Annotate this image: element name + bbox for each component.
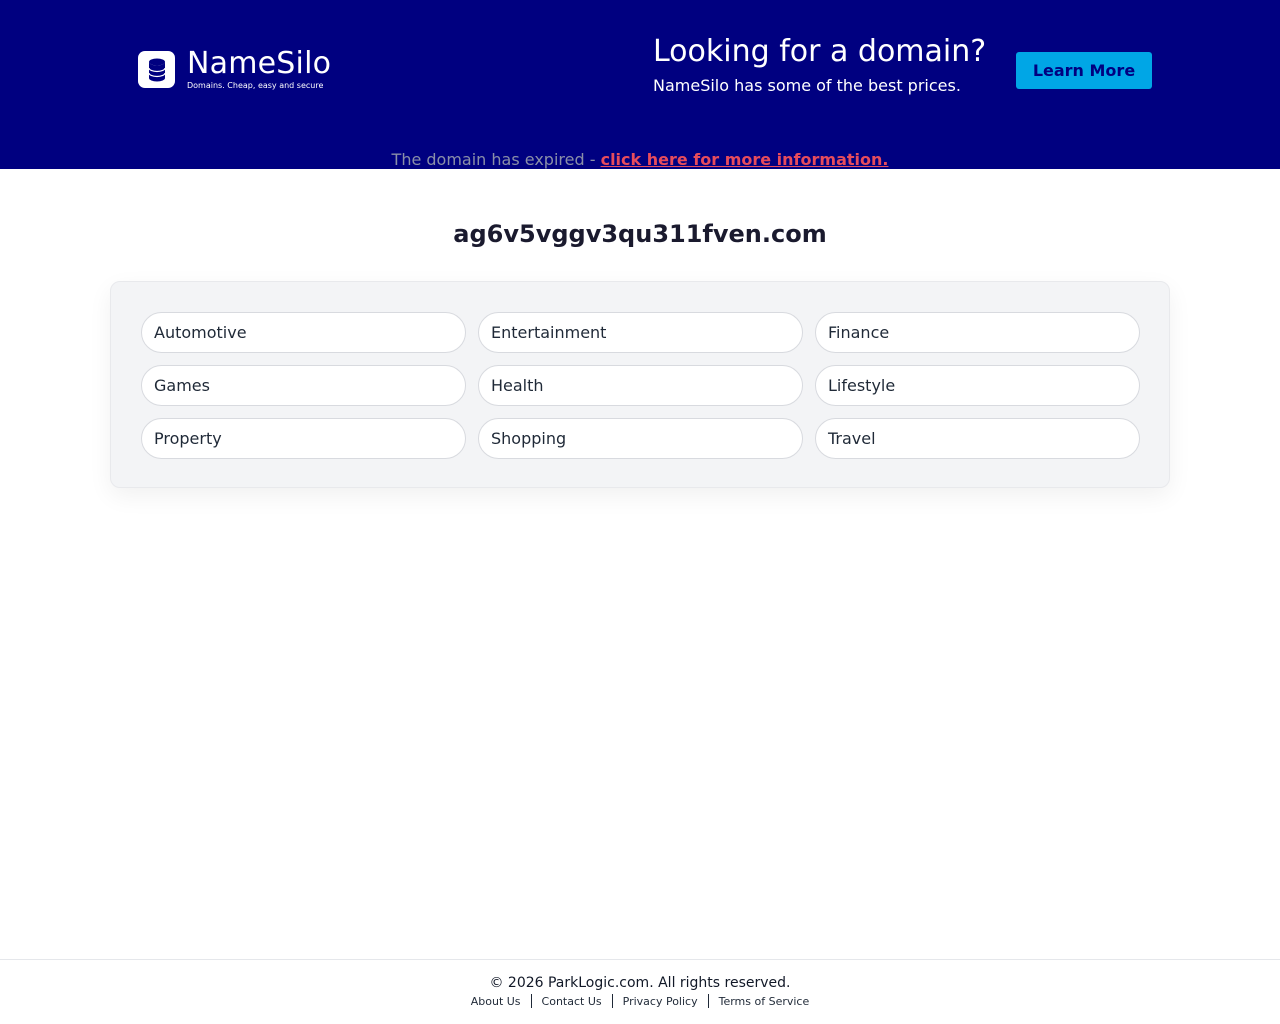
promo-subtitle: NameSilo has some of the best prices. [653, 76, 961, 95]
header-banner: NameSilo Domains. Cheap, easy and secure… [0, 0, 1280, 169]
category-entertainment[interactable]: Entertainment [478, 312, 803, 353]
footer-link-terms[interactable]: Terms of Service [719, 995, 810, 1008]
logo-name: NameSilo [187, 46, 332, 81]
category-games[interactable]: Games [141, 365, 466, 406]
learn-more-button[interactable]: Learn More [1016, 52, 1152, 89]
expired-notice-text: The domain has expired - [391, 150, 601, 169]
footer-link-about[interactable]: About Us [471, 995, 521, 1008]
category-property[interactable]: Property [141, 418, 466, 459]
footer-separator [611, 994, 613, 1008]
namesilo-logo[interactable]: NameSilo Domains. Cheap, easy and secure [138, 48, 331, 91]
categories-panel: Automotive Entertainment Finance Games H… [110, 281, 1170, 488]
footer-link-privacy[interactable]: Privacy Policy [623, 995, 698, 1008]
footer: © 2026 ParkLogic.com. All rights reserve… [0, 959, 1280, 1024]
category-travel[interactable]: Travel [815, 418, 1140, 459]
footer-links: About Us Contact Us Privacy Policy Terms… [0, 994, 1280, 1008]
database-icon [138, 51, 175, 88]
promo-block: Looking for a domain? NameSilo has some … [653, 34, 986, 96]
logo-text: NameSilo Domains. Cheap, easy and secure [187, 48, 331, 91]
category-lifestyle[interactable]: Lifestyle [815, 365, 1140, 406]
promo-title: Looking for a domain? [653, 34, 987, 69]
footer-separator [707, 994, 709, 1008]
category-finance[interactable]: Finance [815, 312, 1140, 353]
more-info-link[interactable]: click here for more information. [601, 150, 889, 169]
footer-link-contact[interactable]: Contact Us [542, 995, 602, 1008]
domain-name-heading: ag6v5vggv3qu311fven.com [453, 220, 827, 248]
categories-grid: Automotive Entertainment Finance Games H… [141, 312, 1140, 459]
category-health[interactable]: Health [478, 365, 803, 406]
logo-tagline: Domains. Cheap, easy and secure [187, 81, 324, 90]
copyright-text: © 2026 ParkLogic.com. All rights reserve… [489, 975, 791, 991]
footer-separator [530, 994, 532, 1008]
category-shopping[interactable]: Shopping [478, 418, 803, 459]
category-automotive[interactable]: Automotive [141, 312, 466, 353]
expired-notice: The domain has expired - click here for … [0, 150, 1280, 170]
